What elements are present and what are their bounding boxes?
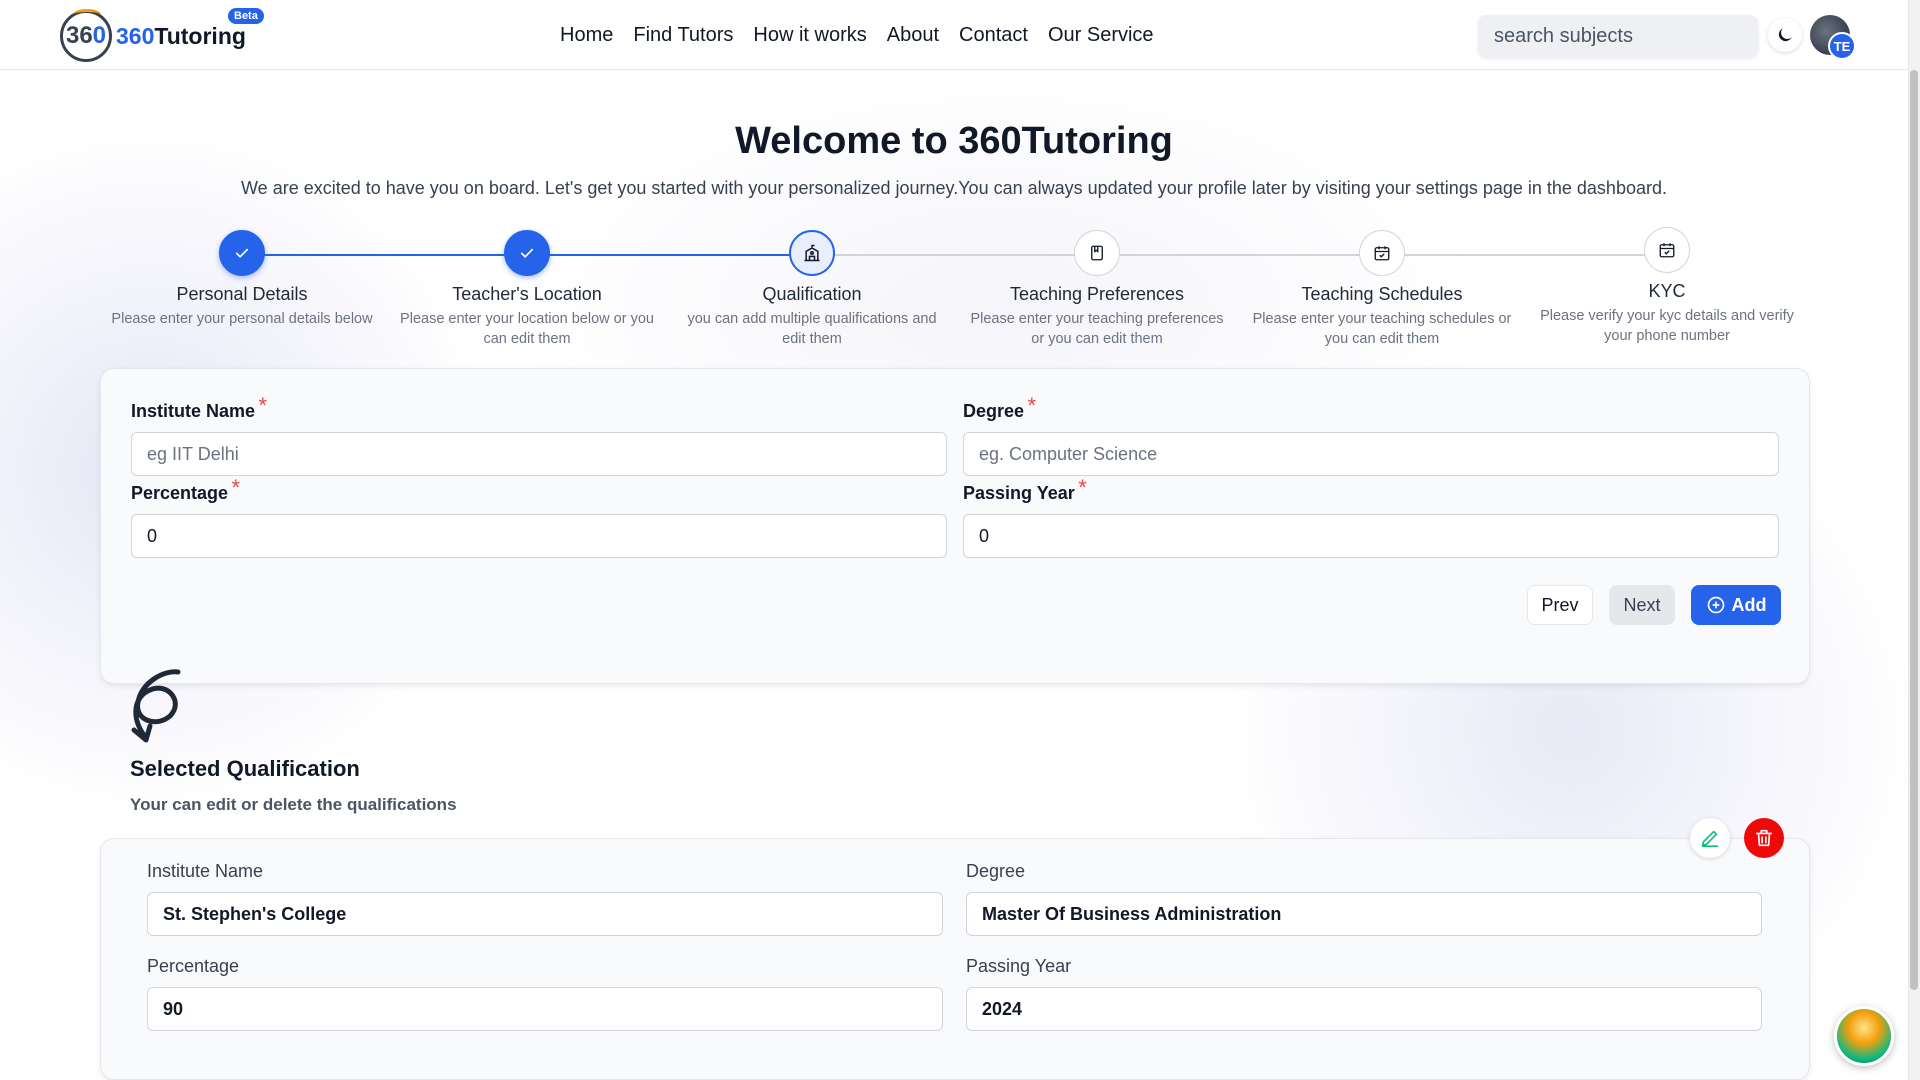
search-input[interactable] <box>1478 15 1758 57</box>
book-icon <box>1074 230 1120 276</box>
institute-label: Institute Name * <box>131 393 268 421</box>
step-personal-details[interactable]: Personal Details Please enter your perso… <box>102 230 382 329</box>
theme-toggle-button[interactable] <box>1768 18 1802 52</box>
add-button-label: Add <box>1731 594 1767 615</box>
step-title: Qualification <box>762 284 862 304</box>
qual-percentage: Percentage 90 <box>147 956 943 1031</box>
moon-icon <box>1778 28 1792 42</box>
calendar-check-icon <box>1359 230 1405 276</box>
institute-field: Institute Name * <box>131 393 947 476</box>
step-teaching-schedules[interactable]: Teaching Schedules Please enter your tea… <box>1242 230 1522 349</box>
progress-stepper: Personal Details Please enter your perso… <box>100 227 1810 350</box>
qual-percentage-value: 90 <box>147 987 943 1031</box>
prev-button[interactable]: Prev <box>1527 585 1593 625</box>
plus-circle-icon <box>1707 596 1724 614</box>
selected-qualification-subtitle: Your can edit or delete the qualificatio… <box>130 795 457 814</box>
nav-home[interactable]: Home <box>560 24 613 47</box>
qual-degree: Degree Master Of Business Administration <box>966 861 1762 936</box>
main-nav: Home Find Tutors How it works About Cont… <box>560 0 1154 70</box>
institute-input[interactable] <box>131 432 947 476</box>
step-teacher-location[interactable]: Teacher's Location Please enter your loc… <box>387 230 667 349</box>
degree-input[interactable] <box>963 432 1779 476</box>
logo[interactable]: 36 0 360Tutoring Beta <box>60 8 264 62</box>
percentage-input[interactable] <box>131 514 947 558</box>
degree-field: Degree * <box>963 393 1779 476</box>
page-title: Welcome to 360Tutoring <box>735 120 1173 162</box>
qual-degree-label: Degree <box>966 861 1026 881</box>
step-title: Personal Details <box>176 284 308 304</box>
degree-label: Degree * <box>963 393 1037 421</box>
next-button[interactable]: Next <box>1609 585 1675 625</box>
check-icon <box>219 230 265 276</box>
step-qualification[interactable]: Qualification you can add multiple quali… <box>672 230 952 349</box>
nav-find-tutors[interactable]: Find Tutors <box>633 24 733 47</box>
step-description: Please enter your location below or you … <box>400 311 654 347</box>
logo-mark-icon: 36 0 <box>60 9 112 62</box>
selected-qualification-title: Selected Qualification <box>130 756 360 781</box>
passing-year-input[interactable] <box>963 514 1779 558</box>
step-title: Teaching Schedules <box>1301 284 1463 304</box>
qual-institute: Institute Name St. Stephen's College <box>147 861 943 936</box>
step-title: Teaching Preferences <box>1009 284 1185 304</box>
add-button[interactable]: Add <box>1691 585 1781 625</box>
calendar-check-icon <box>1644 227 1690 273</box>
qual-passing-year-label: Passing Year <box>966 956 1072 976</box>
qualification-form: Institute Name* Degree* Percentage* Pass… <box>100 368 1810 684</box>
qual-degree-value: Master Of Business Administration <box>966 892 1762 936</box>
passing-year-label: Passing Year * <box>963 475 1087 503</box>
scrollbar-thumb[interactable] <box>1910 70 1918 990</box>
loop-arrow-icon <box>131 669 181 743</box>
qual-institute-value: St. Stephen's College <box>147 892 943 936</box>
percentage-field: Percentage * <box>131 475 947 558</box>
logo-text: 360Tutoring <box>116 22 246 49</box>
page-subtitle: We are excited to have you on board. Let… <box>241 178 1667 198</box>
nav-how-it-works[interactable]: How it works <box>753 24 866 47</box>
school-icon <box>789 230 835 276</box>
step-title: Teacher's Location <box>452 284 602 304</box>
step-kyc[interactable]: KYC Please verify your kyc details and v… <box>1527 227 1807 346</box>
step-description: Please enter your personal details below <box>111 311 373 327</box>
avatar-initials[interactable]: TE <box>1828 32 1856 60</box>
nav-our-service[interactable]: Our Service <box>1048 24 1154 47</box>
pencil-icon <box>1701 830 1719 848</box>
step-description: Please enter your teaching schedules or … <box>1252 311 1512 347</box>
qualification-card: Institute Name St. Stephen's College Deg… <box>100 838 1810 1080</box>
qual-percentage-label: Percentage <box>147 956 240 976</box>
trash-icon <box>1755 829 1773 847</box>
step-teaching-preferences[interactable]: Teaching Preferences Please enter your t… <box>957 230 1237 349</box>
percentage-label: Percentage * <box>131 475 241 503</box>
qual-passing-year-value: 2024 <box>966 987 1762 1031</box>
step-description: Please enter your teaching preferences o… <box>970 311 1224 347</box>
beta-badge: Beta <box>228 8 264 24</box>
edit-qualification-button[interactable] <box>1690 818 1730 858</box>
qual-passing-year: Passing Year 2024 <box>966 956 1762 1031</box>
nav-about[interactable]: About <box>887 24 939 47</box>
top-navbar: 36 0 360Tutoring Beta Home Find Tutors Ho… <box>0 0 1908 70</box>
nav-contact[interactable]: Contact <box>959 24 1028 47</box>
check-icon <box>504 230 550 276</box>
delete-qualification-button[interactable] <box>1744 818 1784 858</box>
step-title: KYC <box>1648 281 1686 301</box>
chat-widget-button[interactable] <box>1834 1006 1894 1066</box>
passing-year-field: Passing Year * <box>963 475 1779 558</box>
step-description: you can add multiple qualifications and … <box>687 311 937 347</box>
step-description: Please verify your kyc details and verif… <box>1540 308 1794 344</box>
qual-institute-label: Institute Name <box>147 861 264 881</box>
